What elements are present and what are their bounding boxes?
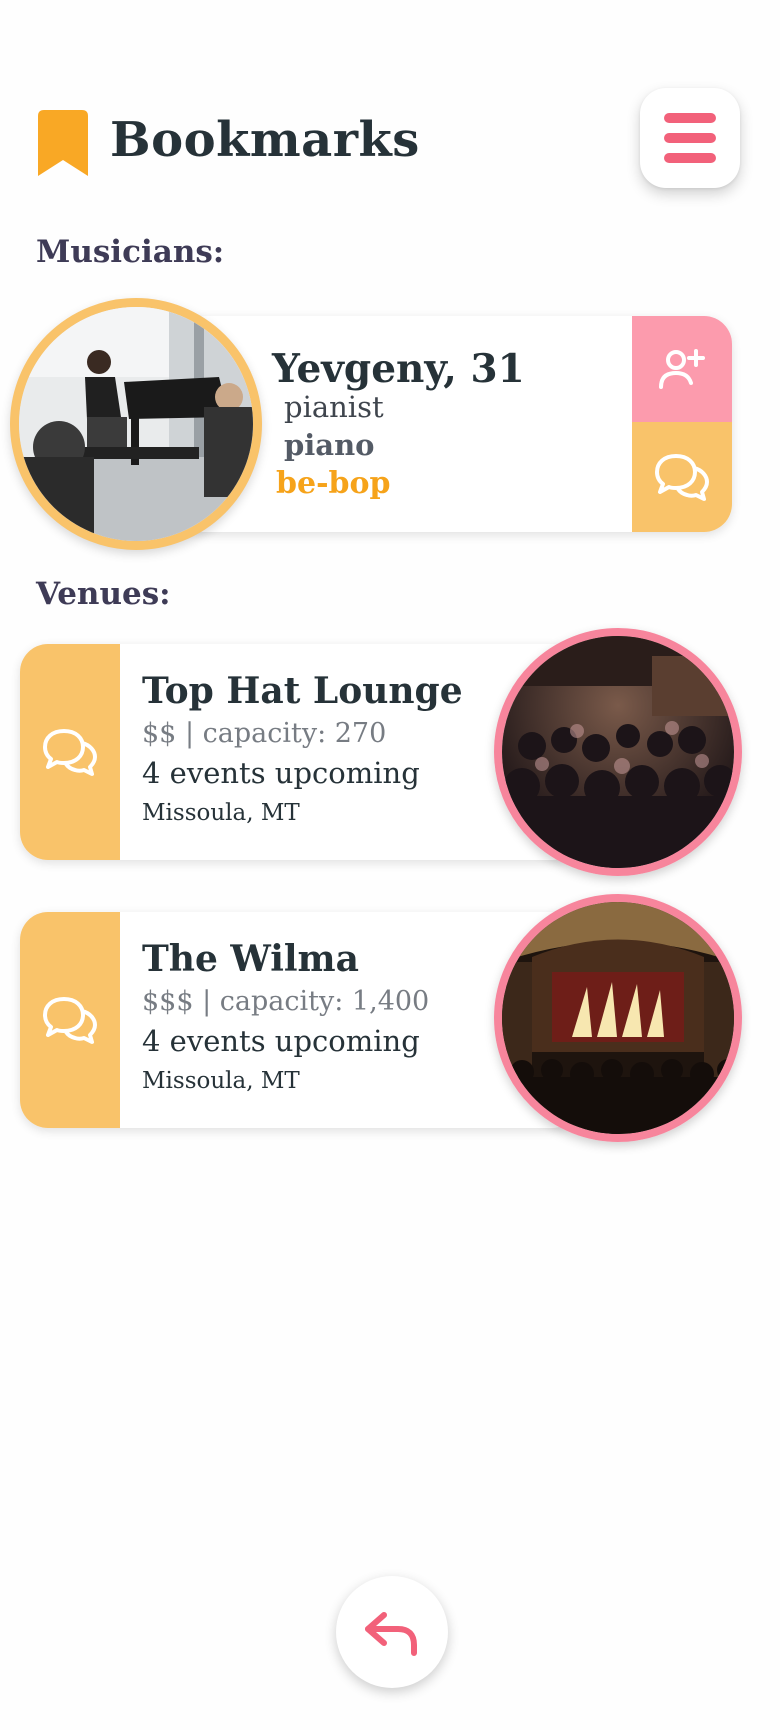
crowd-image xyxy=(502,636,734,868)
back-arrow-icon xyxy=(365,1612,417,1656)
musician-chat-button[interactable] xyxy=(632,422,732,532)
chat-icon xyxy=(43,729,97,776)
venue-meta: $$ | capacity: 270 xyxy=(142,718,387,749)
venue-photo[interactable] xyxy=(494,894,742,1142)
musician-name: Yevgeny, 31 xyxy=(272,346,525,392)
theater-image xyxy=(502,902,734,1134)
musician-photo[interactable] xyxy=(10,298,262,550)
venue-name: Top Hat Lounge xyxy=(142,670,463,712)
add-friend-icon xyxy=(659,349,705,389)
musician-instrument: piano xyxy=(284,428,375,462)
venue-chat-button[interactable] xyxy=(20,912,120,1128)
venue-events: 4 events upcoming xyxy=(142,756,420,790)
chat-icon xyxy=(43,997,97,1044)
venue-meta: $$$ | capacity: 1,400 xyxy=(142,986,430,1017)
venue-name: The Wilma xyxy=(142,938,359,980)
menu-icon-bar xyxy=(664,153,716,163)
menu-button[interactable] xyxy=(640,88,740,188)
venue-photo[interactable] xyxy=(494,628,742,876)
back-button[interactable] xyxy=(336,1576,448,1688)
chat-icon xyxy=(655,454,709,501)
musicians-section-label: Musicians: xyxy=(36,234,225,270)
menu-icon-bar xyxy=(664,133,716,143)
pianist-image xyxy=(19,307,253,541)
menu-icon xyxy=(664,113,716,123)
add-friend-button[interactable] xyxy=(632,316,732,422)
bookmark-icon xyxy=(38,110,88,176)
venue-location: Missoula, MT xyxy=(142,1068,300,1094)
musician-role: pianist xyxy=(284,390,384,424)
page-title: Bookmarks xyxy=(110,112,420,168)
musician-genre: be-bop xyxy=(276,466,391,501)
venues-section-label: Venues: xyxy=(36,576,171,612)
venue-events: 4 events upcoming xyxy=(142,1024,420,1058)
venue-location: Missoula, MT xyxy=(142,800,300,826)
bookmarks-page: Bookmarks Musicians: Yevgeny, 31 pianist… xyxy=(0,0,780,1730)
venue-chat-button[interactable] xyxy=(20,644,120,860)
